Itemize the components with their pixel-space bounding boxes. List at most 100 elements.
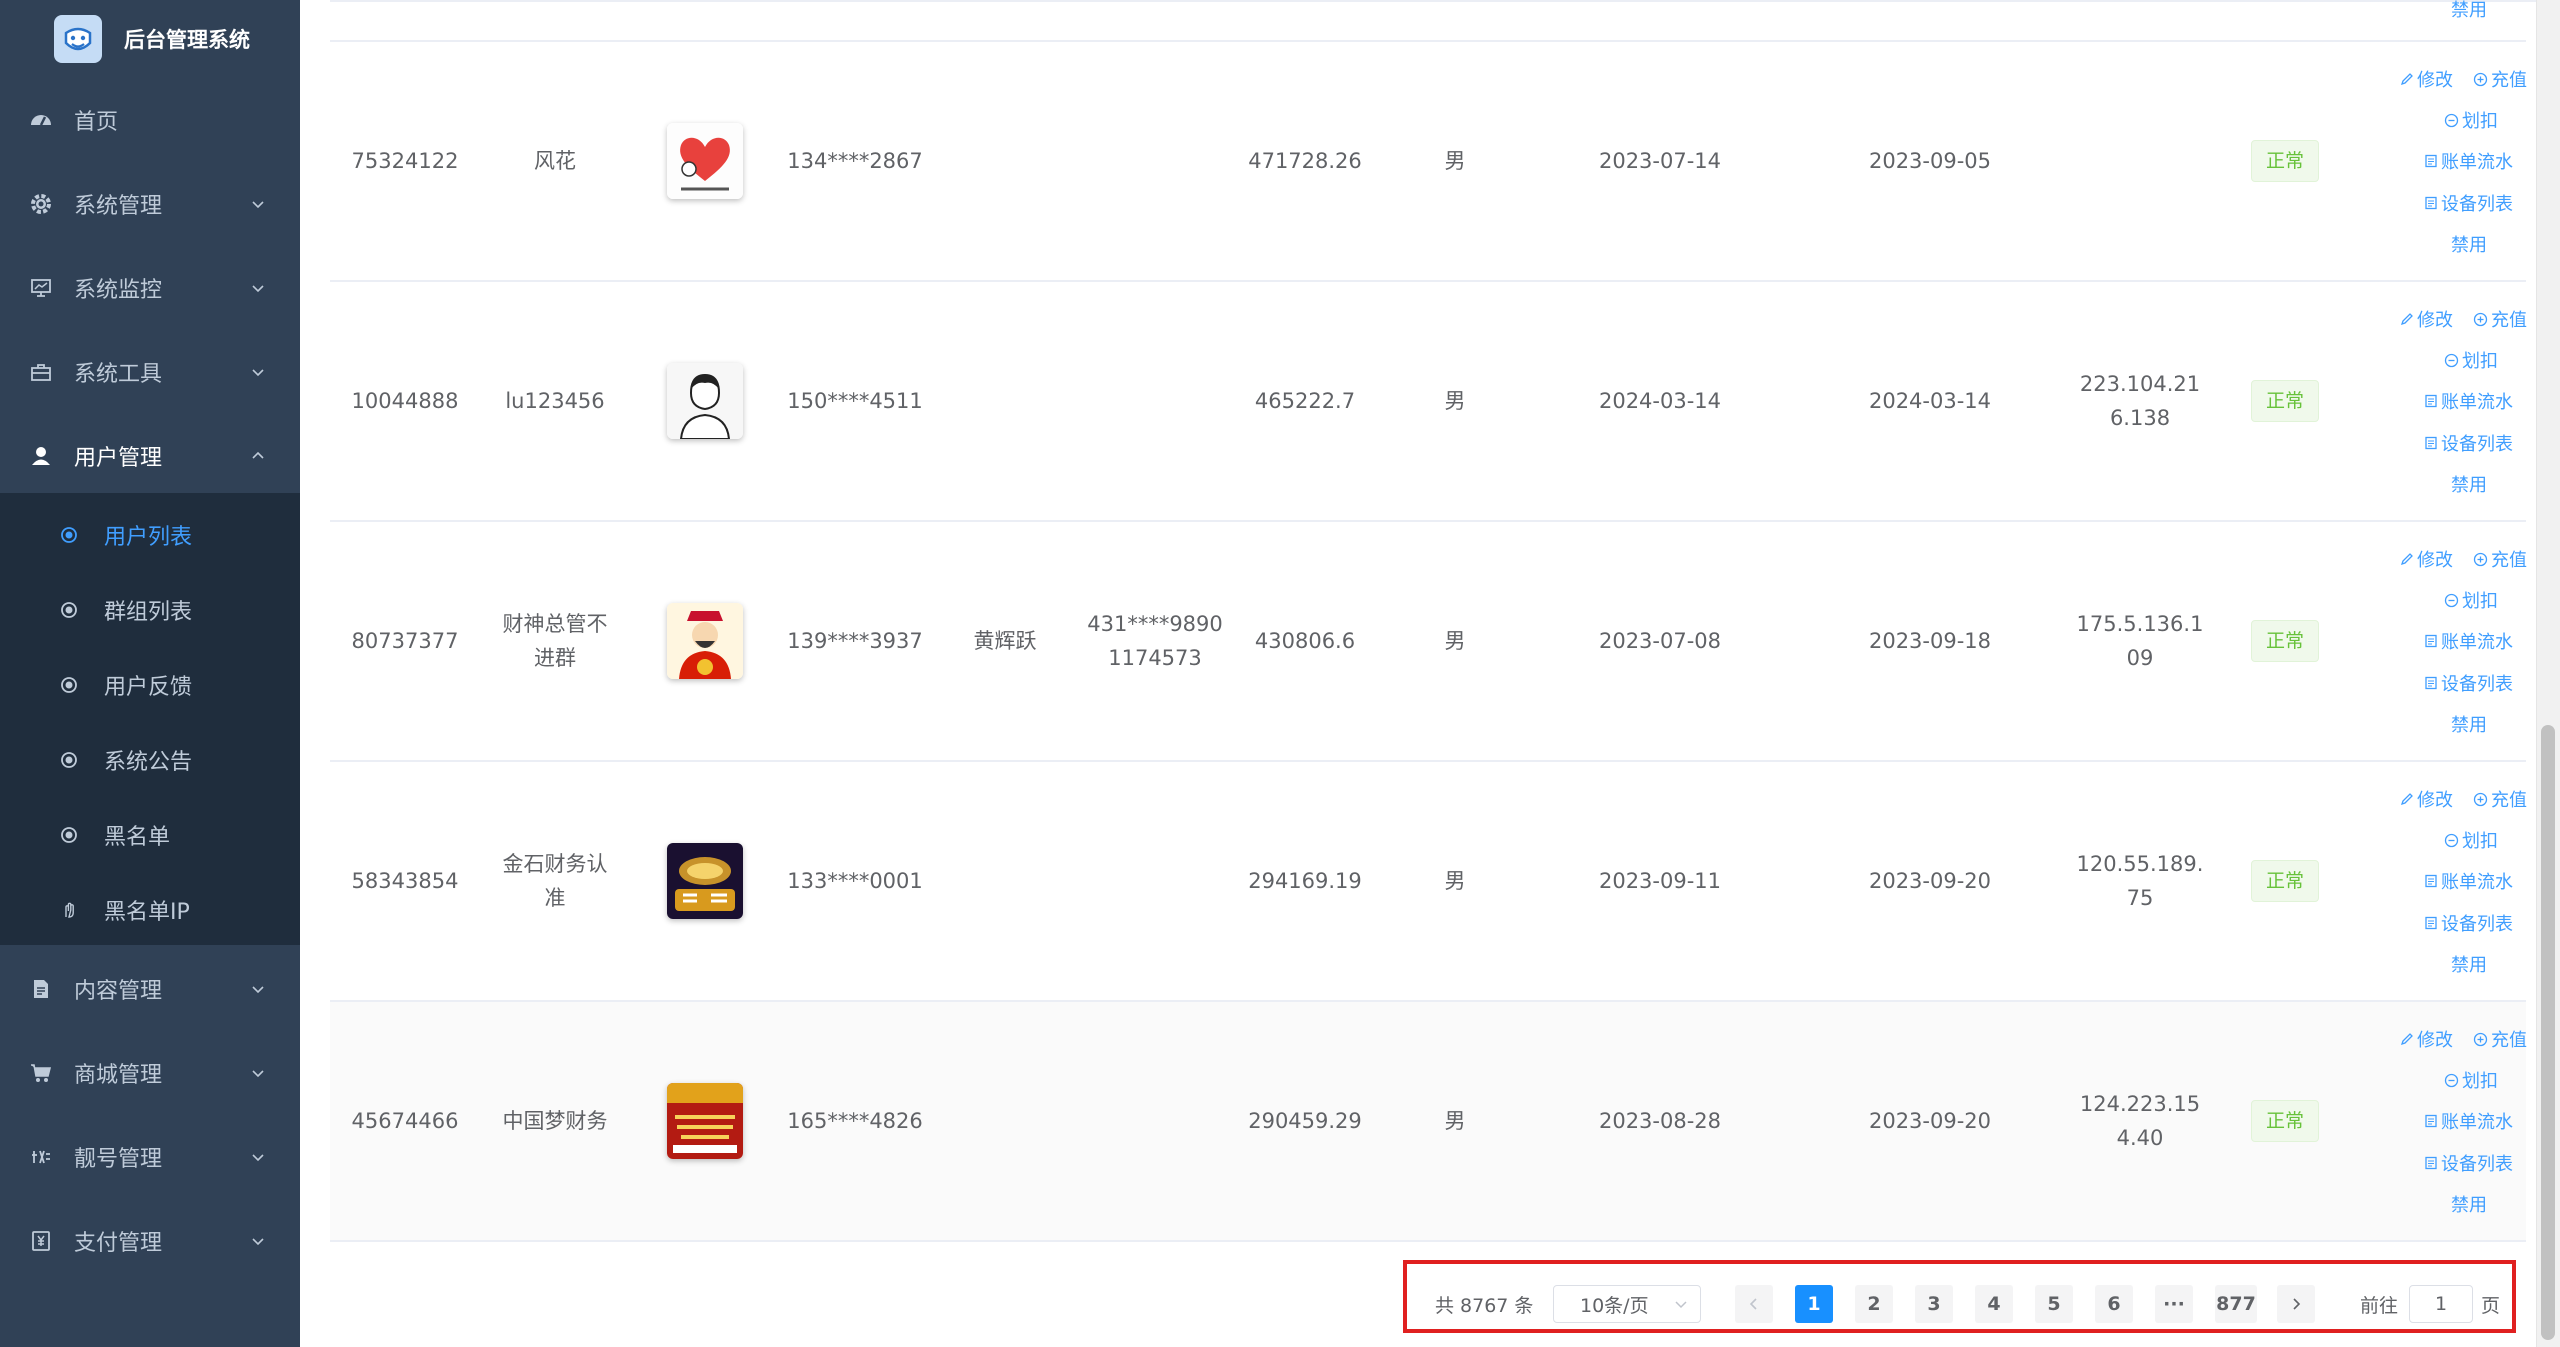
recharge-link[interactable]: 充值 [2473, 66, 2527, 92]
number-icon [28, 1144, 54, 1170]
menu-item-user-management[interactable]: 用户管理 [0, 414, 300, 498]
prev-page-button[interactable] [1735, 1285, 1773, 1323]
recharge-link[interactable]: 充值 [2473, 1026, 2527, 1052]
edit-link[interactable]: 修改 [2400, 306, 2453, 332]
vertical-scrollbar[interactable] [2536, 0, 2560, 1347]
edit-label: 修改 [2417, 310, 2453, 331]
disable-link[interactable]: 禁用 [2451, 231, 2487, 257]
cell-gender: 男 [1444, 1109, 1466, 1133]
man-avatar[interactable] [667, 363, 743, 439]
submenu-item-user-list[interactable]: 用户列表 [0, 497, 300, 572]
devices-link[interactable]: 设备列表 [2424, 190, 2513, 216]
table-row: 45674466 中国梦财务 165****4826 290459.29 男 2… [330, 1002, 2527, 1242]
menu-item-content-management[interactable]: 内容管理 [0, 947, 300, 1031]
devices-link[interactable]: 设备列表 [2424, 670, 2513, 696]
user-icon [28, 443, 54, 469]
cell-created-date: 2023-08-28 [1598, 1109, 1722, 1133]
gear-icon [28, 191, 54, 217]
next-page-button[interactable] [2277, 1285, 2315, 1323]
page-ellipsis-button[interactable]: ··· [2155, 1285, 2193, 1323]
bills-link[interactable]: 账单流水 [2424, 148, 2513, 174]
page-button-3[interactable]: 3 [1915, 1285, 1953, 1323]
bills-link[interactable]: 账单流水 [2424, 1108, 2513, 1134]
edit-link[interactable]: 修改 [2400, 786, 2453, 812]
edit-icon [2400, 313, 2413, 326]
cell-phone: 134****2867 [787, 149, 923, 173]
chevron-down-icon [252, 1070, 264, 1078]
chevron-up-icon [252, 451, 264, 459]
menu-item-system-management[interactable]: 系统管理 [0, 162, 300, 246]
page-button-last[interactable]: 877 [2215, 1285, 2257, 1323]
finance-avatar[interactable] [667, 843, 743, 919]
cell-ip: 124.223.15 4.40 [2079, 1092, 2201, 1150]
devices-link[interactable]: 设备列表 [2424, 1150, 2513, 1176]
deduct-link[interactable]: 划扣 [2444, 827, 2498, 853]
deduct-link[interactable]: 划扣 [2444, 347, 2498, 373]
app-logo-bar: 后台管理系统 [0, 0, 300, 78]
chevron-down-icon [1675, 1301, 1687, 1309]
submenu-item-group-list[interactable]: 群组列表 [0, 572, 300, 647]
menu-item-system-tools[interactable]: 系统工具 [0, 330, 300, 414]
status-badge: 正常 [2250, 620, 2319, 662]
cell-realname [930, 1002, 1080, 1240]
disable-link[interactable]: 禁用 [2451, 0, 2487, 22]
menu-item-system-monitor[interactable]: 系统监控 [0, 246, 300, 330]
hand-icon [60, 901, 78, 919]
menu-item-payment-management[interactable]: 支付管理 [0, 1199, 300, 1283]
menu-label: 支付管理 [74, 1231, 163, 1256]
bills-link[interactable]: 账单流水 [2424, 628, 2513, 654]
page-button-2[interactable]: 2 [1855, 1285, 1893, 1323]
edit-link[interactable]: 修改 [2400, 546, 2453, 572]
page-button-1[interactable]: 1 [1795, 1285, 1833, 1323]
edit-icon [2400, 1033, 2413, 1046]
bills-label: 账单流水 [2441, 392, 2513, 413]
chevron-down-icon [252, 1154, 264, 1162]
disable-link[interactable]: 禁用 [2451, 471, 2487, 497]
bills-link[interactable]: 账单流水 [2424, 868, 2513, 894]
menu-item-mall-management[interactable]: 商城管理 [0, 1031, 300, 1115]
page-button-6[interactable]: 6 [2095, 1285, 2133, 1323]
submenu-label: 用户列表 [104, 524, 193, 550]
edit-icon [2400, 553, 2413, 566]
page-size-select[interactable]: 10条/页 [1553, 1285, 1701, 1323]
edit-icon [2400, 73, 2413, 86]
devices-link[interactable]: 设备列表 [2424, 430, 2513, 456]
goto-page-input[interactable]: 1 [2409, 1285, 2473, 1323]
bills-label: 账单流水 [2441, 1112, 2513, 1133]
menu-item-home[interactable]: 首页 [0, 78, 300, 162]
devices-label: 设备列表 [2441, 674, 2513, 695]
scrollbar-thumb[interactable] [2541, 725, 2555, 1340]
submenu-item-blacklist-ip[interactable]: 黑名单IP [0, 872, 300, 947]
cell-last-login-date: 2023-09-18 [1868, 629, 1992, 653]
fortune-god-avatar[interactable] [667, 603, 743, 679]
cell-phone: 165****4826 [787, 1109, 923, 1133]
menu-item-number-management[interactable]: 靓号管理 [0, 1115, 300, 1199]
disable-link[interactable]: 禁用 [2451, 711, 2487, 737]
cell-created-date: 2023-07-14 [1598, 149, 1722, 173]
cell-created-date: 2024-03-14 [1598, 389, 1722, 413]
submenu-item-user-feedback[interactable]: 用户反馈 [0, 647, 300, 722]
cell-idcard [1080, 282, 1230, 520]
deduct-label: 划扣 [2462, 1071, 2498, 1092]
submenu-item-blacklist[interactable]: 黑名单 [0, 797, 300, 872]
disable-link[interactable]: 禁用 [2451, 951, 2487, 977]
edit-link[interactable]: 修改 [2400, 1026, 2453, 1052]
recharge-link[interactable]: 充值 [2473, 786, 2527, 812]
devices-link[interactable]: 设备列表 [2424, 910, 2513, 936]
deduct-link[interactable]: 划扣 [2444, 107, 2498, 133]
heart-avatar[interactable] [667, 123, 743, 199]
disable-link[interactable]: 禁用 [2451, 1191, 2487, 1217]
page-button-5[interactable]: 5 [2035, 1285, 2073, 1323]
deduct-link[interactable]: 划扣 [2444, 587, 2498, 613]
submenu-item-system-notice[interactable]: 系统公告 [0, 722, 300, 797]
cell-balance: 430806.6 [1254, 629, 1356, 653]
page-button-4[interactable]: 4 [1975, 1285, 2013, 1323]
bills-label: 账单流水 [2441, 872, 2513, 893]
deduct-link[interactable]: 划扣 [2444, 1067, 2498, 1093]
recharge-link[interactable]: 充值 [2473, 546, 2527, 572]
edit-link[interactable]: 修改 [2400, 66, 2453, 92]
recharge-link[interactable]: 充值 [2473, 306, 2527, 332]
china-dream-avatar[interactable] [667, 1083, 743, 1159]
bills-link[interactable]: 账单流水 [2424, 388, 2513, 414]
cell-created-date: 2023-07-08 [1598, 629, 1722, 653]
